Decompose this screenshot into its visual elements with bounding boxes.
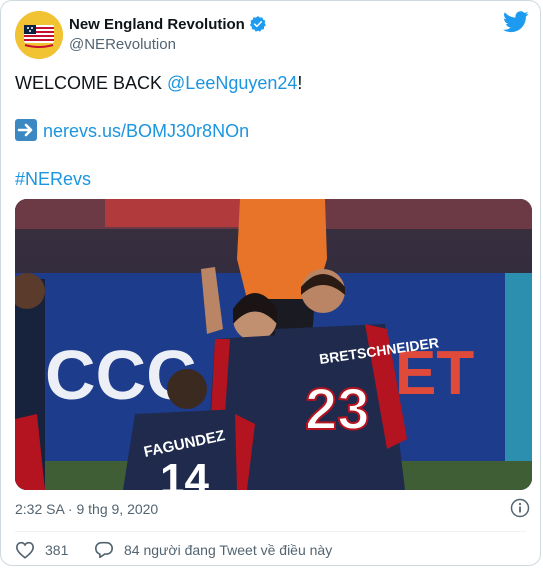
info-icon[interactable] [510, 498, 530, 518]
account-name[interactable]: New England Revolution [69, 16, 245, 33]
conversation-button[interactable]: 84 người đang Tweet về điều này [94, 541, 332, 559]
jersey-right-number: 23 [305, 377, 370, 442]
heart-icon [15, 541, 35, 559]
external-link[interactable]: nerevs.us/BOMJ30r8NOn [43, 121, 249, 141]
tweet-timestamp[interactable]: 2:32 SA · 9 thg 9, 2020 [15, 501, 158, 517]
like-button[interactable]: 381 [15, 541, 68, 559]
tweet-media-image[interactable]: CCC ET BRETSCHNEIDER 23 FAGUNDEZ 14 [15, 199, 532, 490]
verified-badge-icon [249, 16, 266, 32]
jersey-front-number: 14 [160, 455, 209, 490]
tweet-header: New England Revolution @NERevolution [15, 11, 529, 59]
divider [15, 531, 526, 532]
tweet-text-suffix: ! [297, 73, 303, 93]
reply-bubble-icon [95, 541, 113, 559]
hashtag-link[interactable]: #NERevs [15, 169, 91, 189]
conversation-label: 84 người đang Tweet về điều này [124, 542, 333, 558]
like-count: 381 [45, 542, 69, 558]
tweet-line-link: nerevs.us/BOMJ30r8NOn [15, 119, 249, 143]
tweet-line-hashtag: #NERevs [15, 167, 91, 191]
account-handle[interactable]: @NERevolution [69, 36, 176, 53]
avatar[interactable] [15, 11, 63, 59]
tweet-line-welcome: WELCOME BACK @LeeNguyen24! [15, 71, 302, 95]
tweet-text-prefix: WELCOME BACK [15, 73, 168, 93]
arrow-right-icon [15, 119, 37, 141]
mention-link[interactable]: @LeeNguyen24 [167, 73, 297, 93]
revolution-logo-icon [15, 11, 63, 59]
tweet-card: New England Revolution @NERevolution WEL… [0, 0, 541, 566]
celebration-photo: CCC ET BRETSCHNEIDER 23 FAGUNDEZ 14 [15, 199, 532, 490]
twitter-bird-icon[interactable] [503, 11, 529, 33]
name-row: New England Revolution [69, 15, 267, 33]
